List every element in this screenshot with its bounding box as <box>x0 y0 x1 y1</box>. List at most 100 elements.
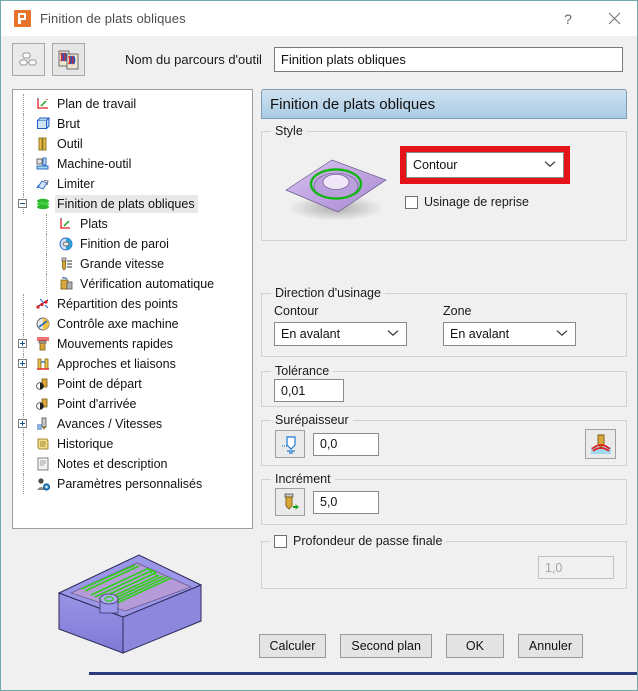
thickness-axial-icon-button[interactable] <box>585 429 616 459</box>
tree-item-brut[interactable]: Brut <box>13 114 252 134</box>
rest-machining-label: Usinage de reprise <box>424 195 529 209</box>
machining-direction-title: Direction d'usinage <box>271 286 385 300</box>
tree-item-param-tres-personnalis-s[interactable]: Paramètres personnalisés <box>13 474 252 494</box>
final-pass-depth-input[interactable]: 1,0 <box>538 556 614 579</box>
tree-item-mouvements-rapides[interactable]: Mouvements rapides <box>13 334 252 354</box>
tolerance-group: Tolérance 0,01 <box>261 364 627 407</box>
leads-links-icon <box>37 358 49 370</box>
tolerance-title: Tolérance <box>271 364 334 378</box>
tree-item-label: Répartition des points <box>57 297 178 311</box>
right-panel: Finition de plats obliques Style Contour… <box>261 89 627 589</box>
feeds-speeds-icon <box>37 417 47 430</box>
flats-icon <box>60 218 70 229</box>
end-point-icon <box>35 396 51 412</box>
cancel-button[interactable]: Annuler <box>517 634 583 658</box>
help-button[interactable]: ? <box>545 1 591 36</box>
style-combo[interactable]: Contour <box>406 152 564 178</box>
expand-plus-icon[interactable] <box>18 339 27 348</box>
panel-header: Finition de plats obliques <box>261 89 627 119</box>
ok-button[interactable]: OK <box>445 634 504 658</box>
thickness-input[interactable]: 0,0 <box>313 432 379 456</box>
rapid-moves-icon <box>35 336 51 352</box>
stepdown-icon <box>284 493 299 510</box>
tree-item-avances-vitesses[interactable]: Avances / Vitesses <box>13 414 252 434</box>
rest-machining-row[interactable]: Usinage de reprise <box>405 195 570 209</box>
stepdown-icon-button[interactable] <box>275 488 305 516</box>
tree-item-label: Brut <box>57 117 80 131</box>
tree-item-historique[interactable]: Historique <box>13 434 252 454</box>
tree-item-label: Grande vitesse <box>80 257 165 271</box>
tree-item-plan-de-travail[interactable]: Plan de travail <box>13 94 252 114</box>
machine-tool-icon <box>35 156 51 172</box>
tree-item-label: Contrôle axe machine <box>57 317 179 331</box>
background-button[interactable]: Second plan <box>340 634 432 658</box>
tree-item-label: Plats <box>80 217 108 231</box>
tree-item-finition-de-paroi[interactable]: Finition de paroi <box>13 234 252 254</box>
tree-item-contr-le-axe-machine[interactable]: Contrôle axe machine <box>13 314 252 334</box>
expand-plus-icon[interactable] <box>18 359 27 368</box>
tree-item-point-d-arriv-e[interactable]: Point d'arrivée <box>13 394 252 414</box>
tree-item-machine-outil[interactable]: Machine-outil <box>13 154 252 174</box>
tree-item-finition-de-plats-obliques[interactable]: Finition de plats obliques <box>13 194 252 214</box>
strategy-layers-icon <box>35 196 51 212</box>
tree-item-point-de-d-part[interactable]: Point de départ <box>13 374 252 394</box>
machine-axis-icon <box>36 317 50 331</box>
tree-item-outil[interactable]: Outil <box>13 134 252 154</box>
tree-item-label: Vérification automatique <box>80 277 215 291</box>
tree-guide-line <box>46 274 47 294</box>
tree-guide-line <box>23 294 24 314</box>
tree-guide-line <box>23 434 24 454</box>
tree-guide-line <box>23 94 24 114</box>
tree-item-grande-vitesse[interactable]: Grande vitesse <box>13 254 252 274</box>
thickness-radial-icon-button[interactable] <box>275 430 305 458</box>
toolpath-name-input[interactable]: Finition plats obliques <box>273 47 623 72</box>
calculate-button[interactable]: Calculer <box>258 634 327 658</box>
tree-item-approches-et-liaisons[interactable]: Approches et liaisons <box>13 354 252 374</box>
preview-thumbnails-icon-button[interactable] <box>52 43 85 76</box>
limit-icon <box>36 179 49 190</box>
tree-guide-line <box>46 214 47 234</box>
contour-direction-label: Contour <box>274 304 319 318</box>
toolbar: Nom du parcours d'outil Finition plats o… <box>1 36 637 83</box>
history-icon <box>35 436 51 452</box>
tree-item-v-rification-automatique[interactable]: Vérification automatique <box>13 274 252 294</box>
tree-item-label: Machine-outil <box>57 157 132 171</box>
tree-item-label: Historique <box>57 437 114 451</box>
tree-item-label: Approches et liaisons <box>57 357 176 371</box>
tree-guide-line <box>23 474 24 494</box>
high-speed-icon <box>58 256 74 272</box>
close-button[interactable] <box>591 1 637 36</box>
end-point-icon <box>36 398 48 410</box>
recycle-reset-icon-button[interactable] <box>12 43 45 76</box>
increment-input[interactable]: 5,0 <box>313 490 379 514</box>
status-bar <box>1 672 637 690</box>
tree-item-label: Avances / Vitesses <box>57 417 163 431</box>
tree-item-label: Plan de travail <box>57 97 137 111</box>
window-controls: ? <box>545 1 637 36</box>
zone-direction-combo[interactable]: En avalant <box>443 322 576 346</box>
settings-tree[interactable]: Plan de travail Brut Outil Machine-outil Lim… <box>12 89 253 529</box>
collapse-minus-icon[interactable] <box>18 199 27 208</box>
auto-check-icon <box>58 276 74 292</box>
final-pass-group: Profondeur de passe finale 1,0 <box>261 534 627 589</box>
final-pass-checkbox[interactable] <box>274 534 287 548</box>
expand-plus-icon[interactable] <box>18 419 27 428</box>
tree-item-plats[interactable]: Plats <box>13 214 252 234</box>
tolerance-input[interactable]: 0,01 <box>274 379 344 402</box>
machine-tool-icon <box>36 157 49 170</box>
wall-finishing-icon <box>58 236 74 252</box>
contour-direction-combo[interactable]: En avalant <box>274 322 407 346</box>
tree-item-notes-et-description[interactable]: Notes et description <box>13 454 252 474</box>
oblique-flat-contour-illustration <box>274 146 394 229</box>
rest-machining-checkbox[interactable] <box>405 195 418 209</box>
flats-icon <box>58 216 74 232</box>
window-title: Finition de plats obliques <box>40 11 186 26</box>
tree-guide-line <box>23 114 24 134</box>
tree-item-r-partition-des-points[interactable]: Répartition des points <box>13 294 252 314</box>
point-distribution-icon <box>36 298 49 309</box>
tree-item-label: Point de départ <box>57 377 142 391</box>
final-pass-header[interactable]: Profondeur de passe finale <box>270 534 447 548</box>
tree-item-label: Point d'arrivée <box>57 397 137 411</box>
workplane-icon <box>37 98 48 109</box>
tree-item-limiter[interactable]: Limiter <box>13 174 252 194</box>
